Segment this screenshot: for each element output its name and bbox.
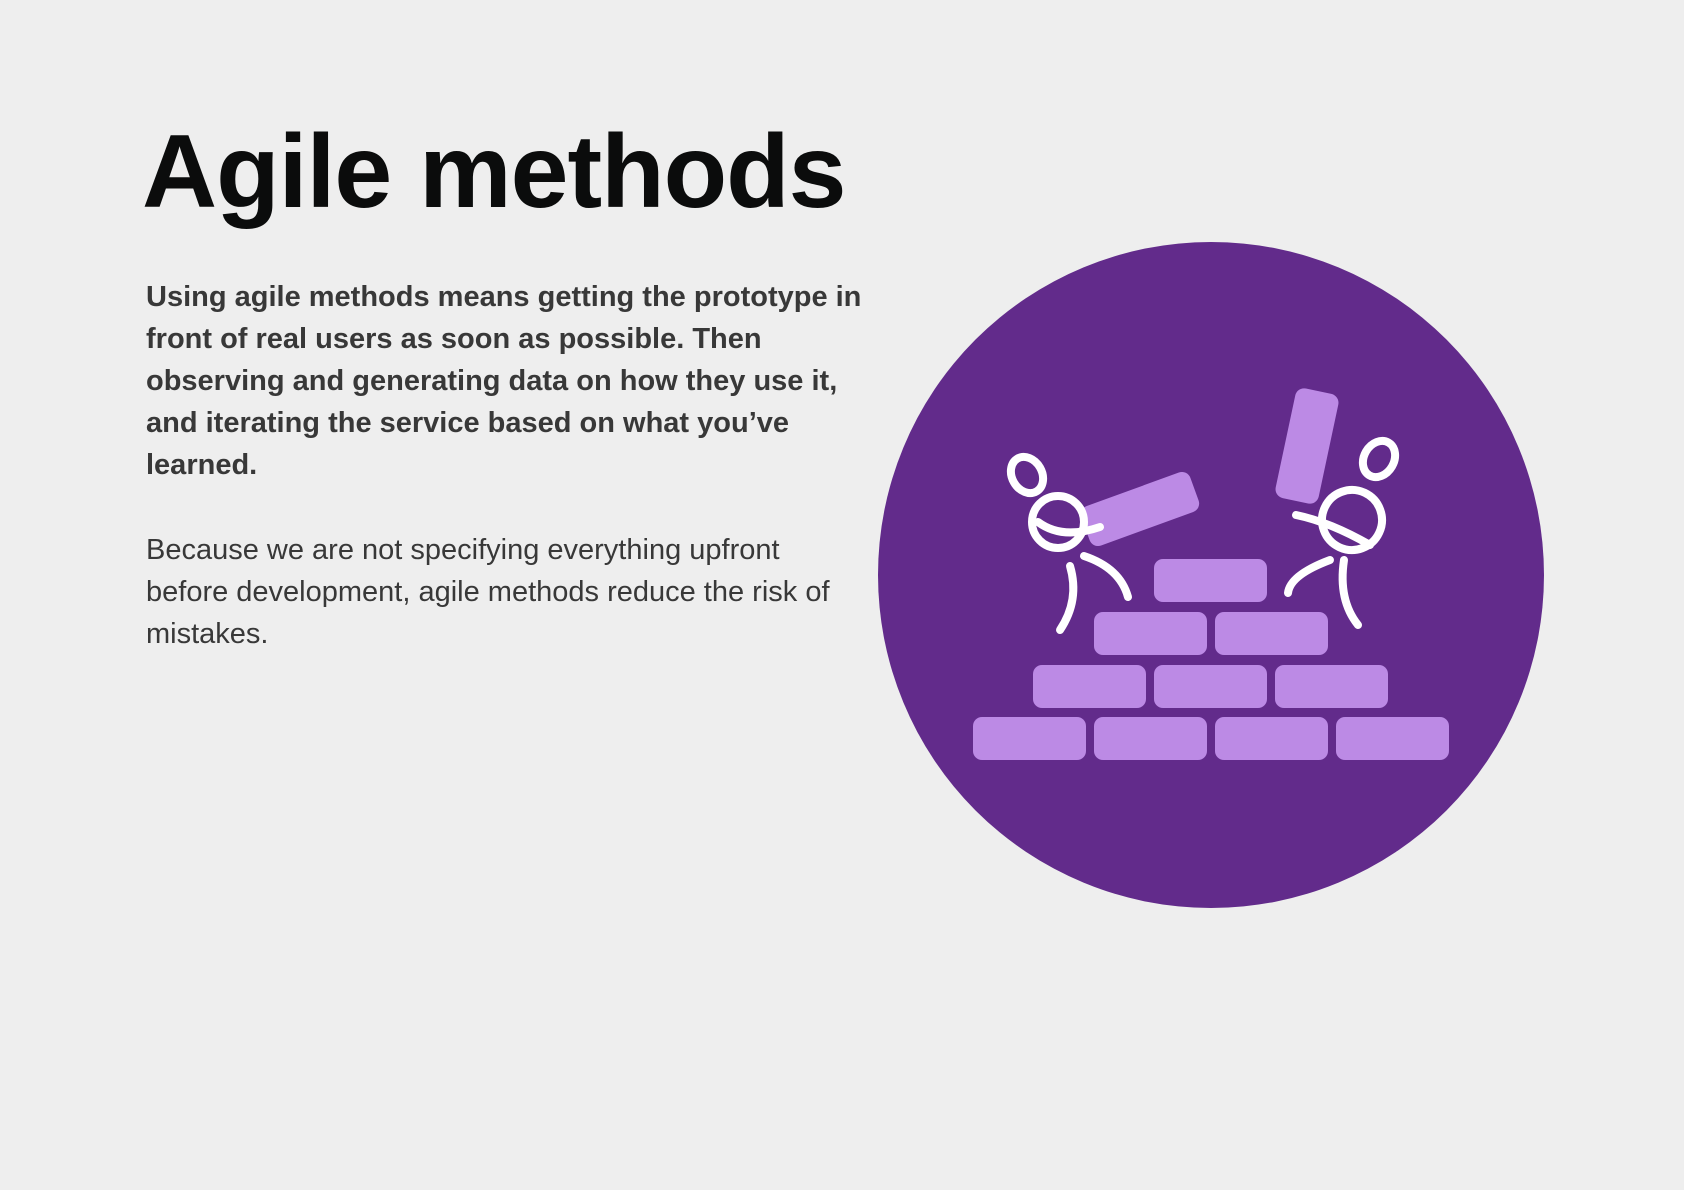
page-title: Agile methods — [142, 114, 847, 230]
lead-paragraph: Using agile methods means getting the pr… — [146, 281, 862, 481]
brick-wall-builders-icon — [878, 242, 1544, 908]
body-paragraph: Because we are not specifying everything… — [146, 534, 830, 650]
slide: Agile methods Using agile methods means … — [0, 0, 1684, 1190]
